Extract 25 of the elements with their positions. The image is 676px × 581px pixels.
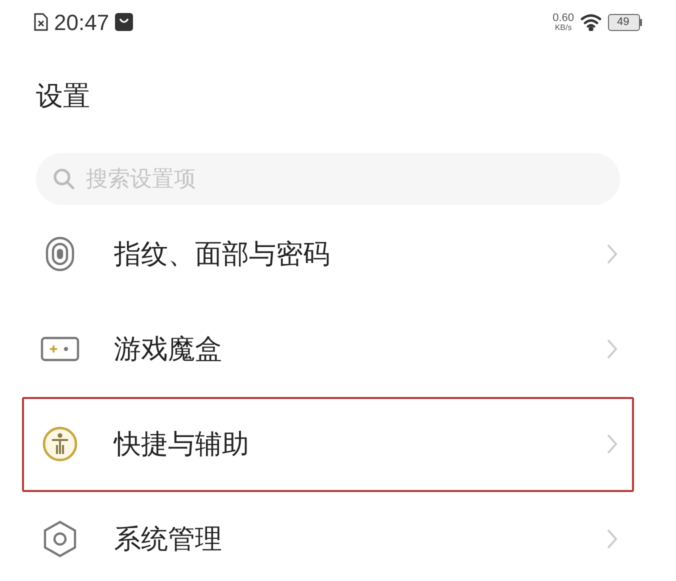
fingerprint-icon: [45, 236, 75, 272]
item-label: 系统管理: [114, 522, 223, 556]
settings-item[interactable]: 指纹、面部与密码: [22, 206, 634, 302]
search-icon: [52, 166, 76, 190]
sim-card-icon: [34, 13, 48, 31]
wifi-icon: [580, 13, 602, 31]
settings-item[interactable]: 快捷与辅助: [22, 396, 634, 492]
chevron-right-icon: [606, 243, 618, 265]
clock: 20:47: [54, 8, 110, 36]
settings-item[interactable]: 系统管理: [22, 492, 634, 581]
chevron-right-icon: [606, 338, 618, 360]
gamepad-icon: [40, 335, 80, 363]
accessibility-icon: [41, 425, 79, 463]
chevron-right-icon: [606, 528, 618, 550]
speed-unit: KB/s: [554, 24, 572, 32]
message-icon: [115, 13, 134, 31]
item-label: 快捷与辅助: [114, 428, 250, 461]
hexagon-icon: [42, 520, 78, 558]
item-label: 游戏魔盒: [114, 332, 223, 366]
page-title: 设置: [36, 80, 90, 113]
settings-item[interactable]: 游戏魔盒: [22, 302, 634, 396]
item-label: 指纹、面部与密码: [114, 238, 331, 271]
chevron-right-icon: [606, 433, 618, 455]
battery-icon: 49: [608, 14, 642, 30]
network-speed: 0.60: [552, 12, 574, 24]
